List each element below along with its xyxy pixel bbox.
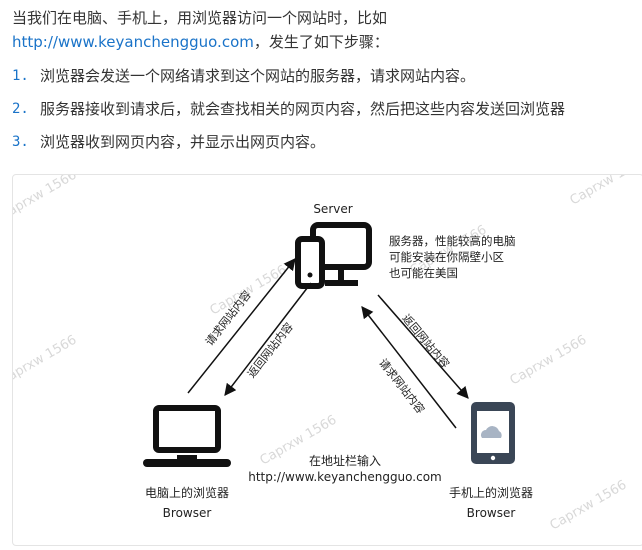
step-item: 3. 浏览器收到网页内容，并显示出网页内容。 [12,130,632,163]
step-number: 1. [12,68,29,84]
pc-browser-sub: Browser [162,506,212,520]
intro-paragraph: 当我们在电脑、手机上，用浏览器访问一个网站时，比如 http://www.key… [12,6,632,54]
watermark-text: Caprxw 1566 [508,333,590,389]
pc-browser-label: 电脑上的浏览器 [144,486,229,500]
watermark-text: Caprxw 1566 [13,175,79,223]
address-url: http://www.keyanchengguo.com [248,470,442,484]
step-item: 2. 服务器接收到请求后，就会查找相关的网页内容，然后把这些内容发送回浏览器 [12,97,632,130]
step-text: 服务器接收到请求后，就会查找相关的网页内容，然后把这些内容发送回浏览器 [40,100,566,118]
server-note: 服务器，性能较高的电脑 可能安装在你隔壁小区 也可能在美国 [389,233,516,281]
site-link[interactable]: http://www.keyanchengguo.com [12,33,254,51]
laptop-icon [143,405,231,467]
watermark-text: Caprxw 1566 [548,478,630,534]
watermark-text: Caprxw 1566 [208,263,290,319]
steps-list: 1. 浏览器会发送一个网络请求到这个网站的服务器，请求网站内容。 2. 服务器接收到… [12,64,632,163]
server-monitor-icon [295,222,372,289]
phone-browser-sub: Browser [466,506,516,520]
step-text: 浏览器会发送一个网络请求到这个网站的服务器，请求网站内容。 [40,67,476,85]
server-note-line: 服务器，性能较高的电脑 [389,234,516,248]
intro-line-2-suffix: ，发生了如下步骤： [253,33,389,51]
intro-line-2: http://www.keyanchengguo.com，发生了如下步骤： [12,30,632,54]
phone-cloud-icon [471,402,515,464]
watermark-text: Caprxw 1566 [568,175,642,208]
step-number: 3. [12,134,29,150]
server-note-line: 也可能在美国 [389,266,458,280]
watermark-text: Caprxw 1566 [13,333,79,389]
server-note-line: 可能安装在你隔壁小区 [389,250,504,264]
phone-browser-label: 手机上的浏览器 [448,486,533,500]
step-number: 2. [12,101,29,117]
address-hint: 在地址栏输入 [308,454,381,468]
step-text: 浏览器收到网页内容，并显示出网页内容。 [40,133,326,151]
intro-line-1: 当我们在电脑、手机上，用浏览器访问一个网站时，比如 [12,9,388,27]
step-item: 1. 浏览器会发送一个网络请求到这个网站的服务器，请求网站内容。 [12,64,632,97]
request-flow-diagram: Caprxw 1566 Caprxw 1566 Caprxw 1566 Capr… [12,174,642,546]
server-title: Server [313,202,353,216]
